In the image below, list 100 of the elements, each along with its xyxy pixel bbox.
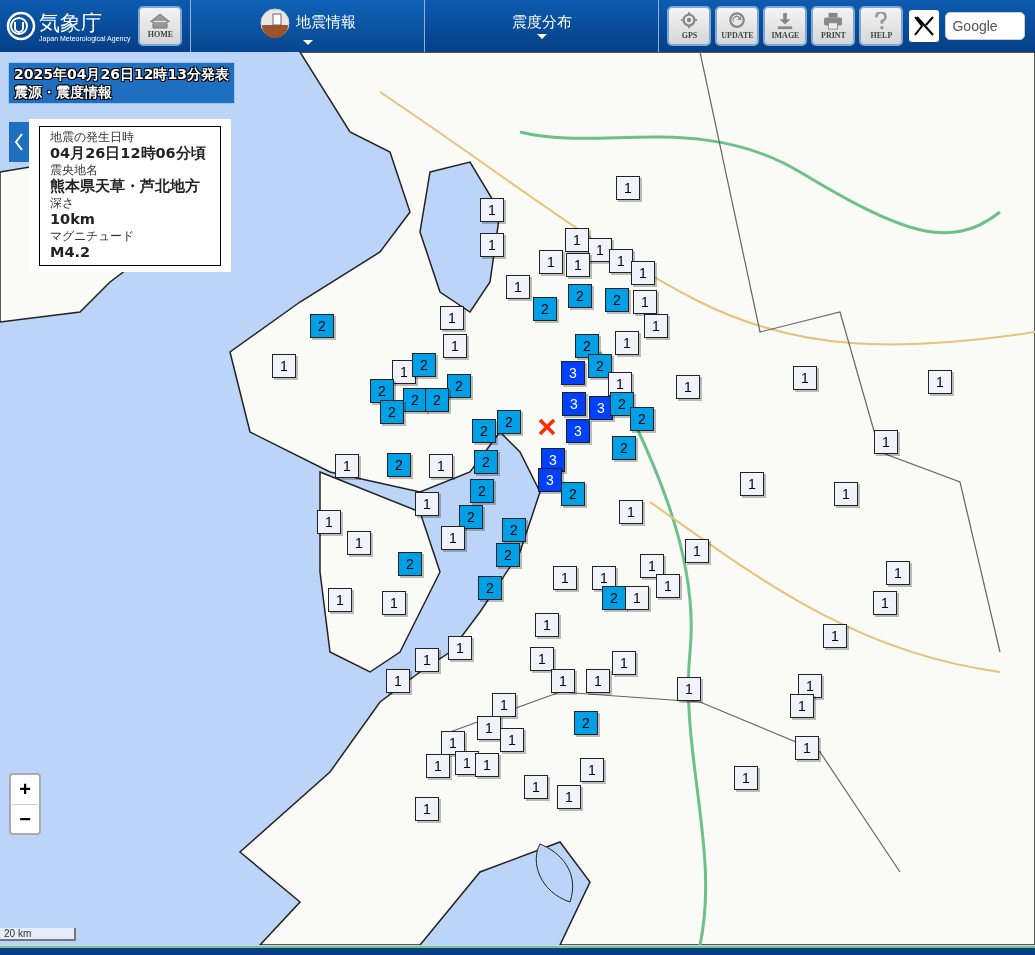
intensity-marker: 3 xyxy=(538,468,562,492)
intensity-marker: 1 xyxy=(328,588,352,612)
intensity-marker: 1 xyxy=(793,366,817,390)
intensity-marker: 1 xyxy=(677,677,701,701)
intensity-marker: 1 xyxy=(477,716,501,740)
menu-dropdown[interactable]: 地震情報 xyxy=(191,0,426,52)
detail-label: 震央地名 xyxy=(50,163,99,177)
intensity-marker: 2 xyxy=(588,354,612,378)
intensity-marker: 1 xyxy=(873,591,897,615)
intensity-marker: 2 xyxy=(605,288,629,312)
intensity-marker: 2 xyxy=(459,505,483,529)
zoom-out-button[interactable]: − xyxy=(11,804,39,833)
intensity-marker: 2 xyxy=(496,543,520,567)
intensity-marker: 1 xyxy=(619,500,643,524)
intensity-marker: 3 xyxy=(561,361,585,385)
intensity-marker: 1 xyxy=(500,728,524,752)
intensity-marker: 1 xyxy=(609,249,633,273)
search-field[interactable]: Google xyxy=(945,12,1026,40)
intensity-marker: 1 xyxy=(535,613,559,637)
intensity-marker: 1 xyxy=(480,233,504,257)
intensity-marker: 1 xyxy=(656,574,680,598)
intensity-marker: 1 xyxy=(566,253,590,277)
intensity-marker: 1 xyxy=(644,314,668,338)
building-icon xyxy=(259,7,290,38)
intensity-marker: 1 xyxy=(475,753,499,777)
x-logo-button[interactable] xyxy=(909,10,940,42)
intensity-marker: 3 xyxy=(566,419,590,443)
intensity-marker: 1 xyxy=(790,694,814,718)
intensity-marker: 2 xyxy=(630,407,654,431)
detail-value: 10km xyxy=(50,210,96,229)
intensity-marker: 1 xyxy=(506,275,530,299)
intensity-marker: 1 xyxy=(685,539,709,563)
intensity-marker: 1 xyxy=(530,647,554,671)
intensity-marker: 2 xyxy=(568,284,592,308)
intensity-marker: 1 xyxy=(415,492,439,516)
intensity-marker: 2 xyxy=(612,436,636,460)
intensity-marker: 1 xyxy=(382,591,406,615)
detail-value: 熊本県天草・芦北地方 xyxy=(50,177,201,196)
intensity-marker: 2 xyxy=(310,314,334,338)
intensity-marker: 1 xyxy=(580,758,604,782)
intensity-marker: 2 xyxy=(533,297,557,321)
intensity-marker: 2 xyxy=(561,482,585,506)
intensity-marker: 1 xyxy=(272,354,296,378)
toolbar-button[interactable]: IMAGE xyxy=(763,6,808,46)
intensity-marker: 1 xyxy=(347,531,371,555)
detail-value: M4.2 xyxy=(50,243,92,262)
intensity-marker: 1 xyxy=(823,624,847,648)
intensity-marker: 1 xyxy=(795,736,819,760)
intensity-marker: 1 xyxy=(676,375,700,399)
collapse-button[interactable] xyxy=(9,122,29,162)
intensity-marker: 2 xyxy=(447,374,471,398)
intensity-marker: 1 xyxy=(886,561,910,585)
intensity-marker: 2 xyxy=(497,410,521,434)
intensity-marker: 1 xyxy=(441,526,465,550)
intensity-marker: 1 xyxy=(551,669,575,693)
toolbar-button[interactable]: UPDATE xyxy=(715,6,760,46)
intensity-marker: 2 xyxy=(502,518,526,542)
intensity-marker: 1 xyxy=(448,636,472,660)
intensity-marker: 1 xyxy=(616,176,640,200)
detail-value: 04月26日12時06分頃 xyxy=(50,144,207,163)
intensity-marker: 2 xyxy=(478,576,502,600)
intensity-marker: 1 xyxy=(480,198,504,222)
intensity-marker: 1 xyxy=(592,566,616,590)
chevron-left-icon xyxy=(14,132,24,152)
intensity-marker: 1 xyxy=(588,238,612,262)
toolbar-button[interactable]: HELP xyxy=(859,6,904,46)
intensity-marker: 3 xyxy=(589,396,613,420)
intensity-marker: 1 xyxy=(415,648,439,672)
intensity-marker: 1 xyxy=(429,454,453,478)
toolbar-button[interactable]: GPS xyxy=(667,6,712,46)
intensity-marker: 1 xyxy=(834,482,858,506)
intensity-marker: 2 xyxy=(602,586,626,610)
toolbar-button[interactable]: PRINT xyxy=(811,6,856,46)
intensity-marker: 1 xyxy=(734,766,758,790)
intensity-marker: 1 xyxy=(335,454,359,478)
intensity-marker: 2 xyxy=(380,400,404,424)
intensity-marker: 1 xyxy=(386,669,410,693)
intensity-marker: 1 xyxy=(426,754,450,778)
intensity-marker: 2 xyxy=(474,450,498,474)
detail-label: 深さ xyxy=(50,196,75,210)
intensity-marker: 1 xyxy=(524,775,548,799)
epicenter-icon xyxy=(537,417,557,437)
intensity-marker: 1 xyxy=(565,228,589,252)
intensity-marker: 1 xyxy=(615,331,639,355)
intensity-marker: 1 xyxy=(612,651,636,675)
intensity-marker: 1 xyxy=(631,261,655,285)
intensity-marker: 1 xyxy=(492,693,516,717)
intensity-marker: 2 xyxy=(575,334,599,358)
detail-label: マグニチュード xyxy=(50,229,135,243)
house-icon xyxy=(148,13,173,29)
intensity-marker: 1 xyxy=(740,472,764,496)
home-button[interactable]: HOME xyxy=(138,6,183,46)
intensity-marker: 2 xyxy=(574,711,598,735)
scale-bar: 20 km xyxy=(0,928,76,941)
logo-icon xyxy=(6,11,36,41)
intensity-marker: 2 xyxy=(470,479,494,503)
intensity-marker: 2 xyxy=(387,453,411,477)
intensity-marker: 3 xyxy=(562,392,586,416)
intensity-marker: 2 xyxy=(412,353,436,377)
intensity-marker: 1 xyxy=(640,554,664,578)
